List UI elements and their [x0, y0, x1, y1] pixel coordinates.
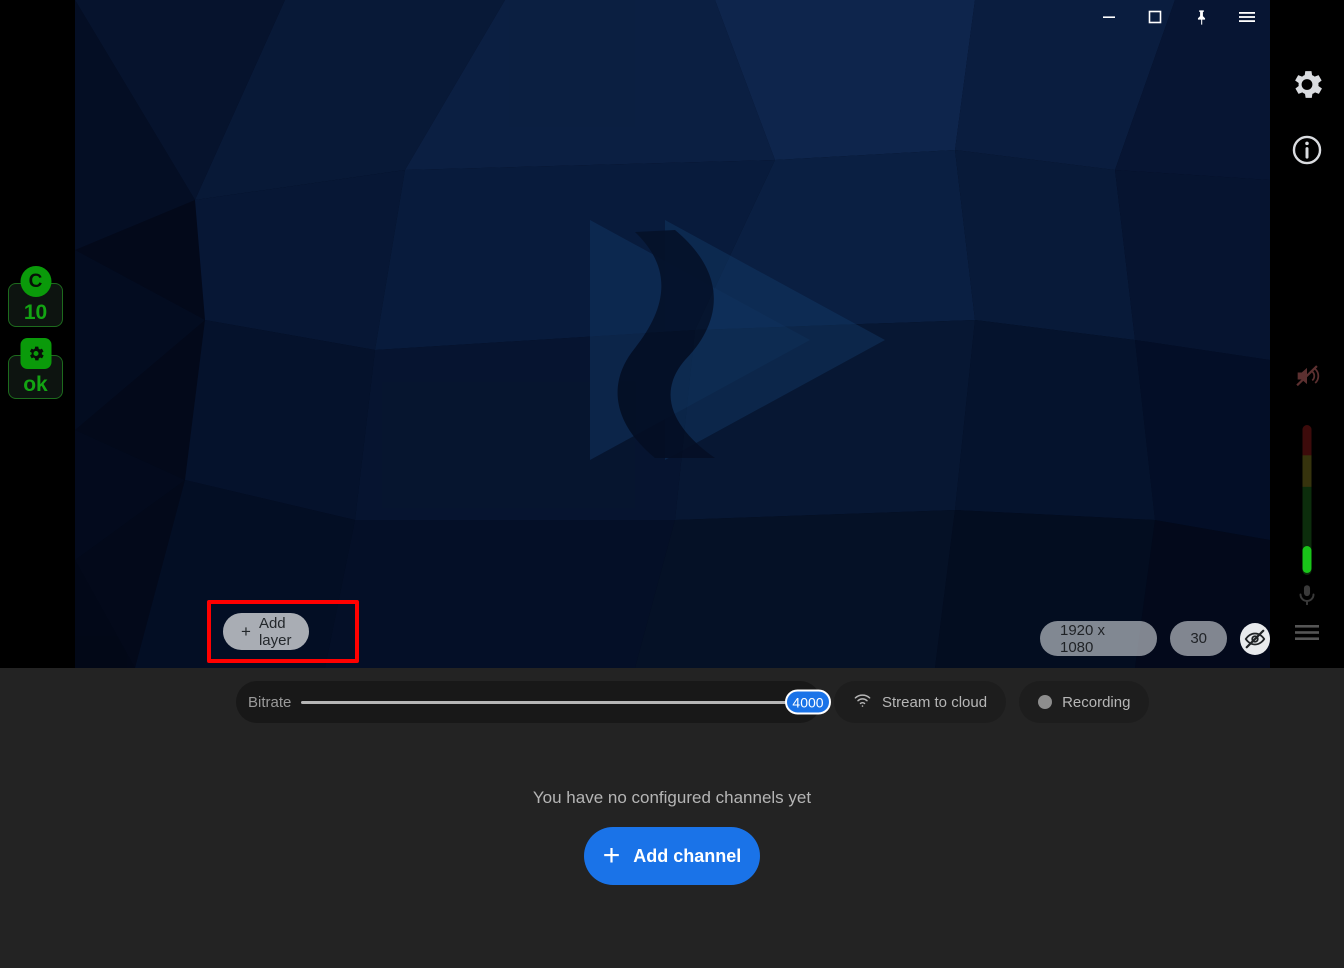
bottom-panel: Bitrate 4000 Stream to cloud Recording Y… [0, 668, 1344, 968]
audio-level-meter [1302, 425, 1312, 575]
info-icon[interactable] [1290, 133, 1324, 167]
left-status-strip: C 10 ok [0, 0, 75, 668]
add-channel-button[interactable]: + Add channel [584, 827, 760, 885]
add-layer-label: Add layer [258, 614, 292, 649]
framerate-chip[interactable]: 30 [1170, 621, 1228, 656]
settings-icon[interactable] [1289, 66, 1326, 103]
add-layer-button[interactable]: + Add layer [223, 613, 310, 650]
empty-state: You have no configured channels yet + Ad… [0, 788, 1344, 885]
plus-icon: + [241, 622, 251, 641]
stream-to-cloud-label: Stream to cloud [882, 693, 988, 711]
app-window: + Add layer 1920 x 1080 30 C 10 ok Bitra… [0, 0, 1344, 968]
stream-to-cloud-button[interactable]: Stream to cloud [834, 681, 1007, 723]
video-preview[interactable]: + Add layer 1920 x 1080 30 [75, 0, 1270, 668]
gear-icon [20, 338, 51, 369]
recording-button[interactable]: Recording [1019, 681, 1150, 723]
bitrate-label: Bitrate [248, 693, 292, 711]
microphone-icon[interactable] [1294, 582, 1320, 608]
low-poly-background [75, 0, 1270, 668]
pin-icon[interactable] [1178, 0, 1224, 34]
bitrate-value[interactable]: 4000 [785, 689, 831, 715]
record-dot-icon [1038, 695, 1053, 709]
bitrate-track[interactable]: 4000 [301, 689, 831, 715]
add-channel-label: Add channel [633, 845, 742, 866]
status-badge-value: ok [23, 373, 48, 396]
bitrate-slider[interactable]: Bitrate 4000 [236, 681, 831, 723]
audio-menu-icon[interactable] [1294, 622, 1320, 644]
maximize-icon[interactable] [1132, 0, 1178, 34]
cpu-badge[interactable]: C 10 [8, 266, 63, 327]
status-badge[interactable]: ok [8, 338, 63, 399]
menu-icon[interactable] [1224, 0, 1270, 34]
stream-toolbar: Bitrate 4000 Stream to cloud Recording [236, 681, 1150, 723]
resolution-chip[interactable]: 1920 x 1080 [1040, 621, 1158, 656]
recording-label: Recording [1062, 693, 1131, 711]
wifi-icon [853, 693, 872, 712]
minimize-icon[interactable] [1086, 0, 1132, 34]
cpu-icon: C [20, 266, 51, 297]
audio-level-indicator [1302, 546, 1312, 573]
plus-icon: + [602, 839, 621, 872]
right-toolbar [1270, 0, 1344, 668]
eye-off-icon[interactable] [1240, 622, 1270, 655]
preview-info-controls: 1920 x 1080 30 [1040, 621, 1270, 656]
empty-state-message: You have no configured channels yet [532, 788, 812, 807]
cpu-badge-value: 10 [23, 301, 48, 324]
speaker-muted-icon[interactable] [1293, 362, 1321, 390]
